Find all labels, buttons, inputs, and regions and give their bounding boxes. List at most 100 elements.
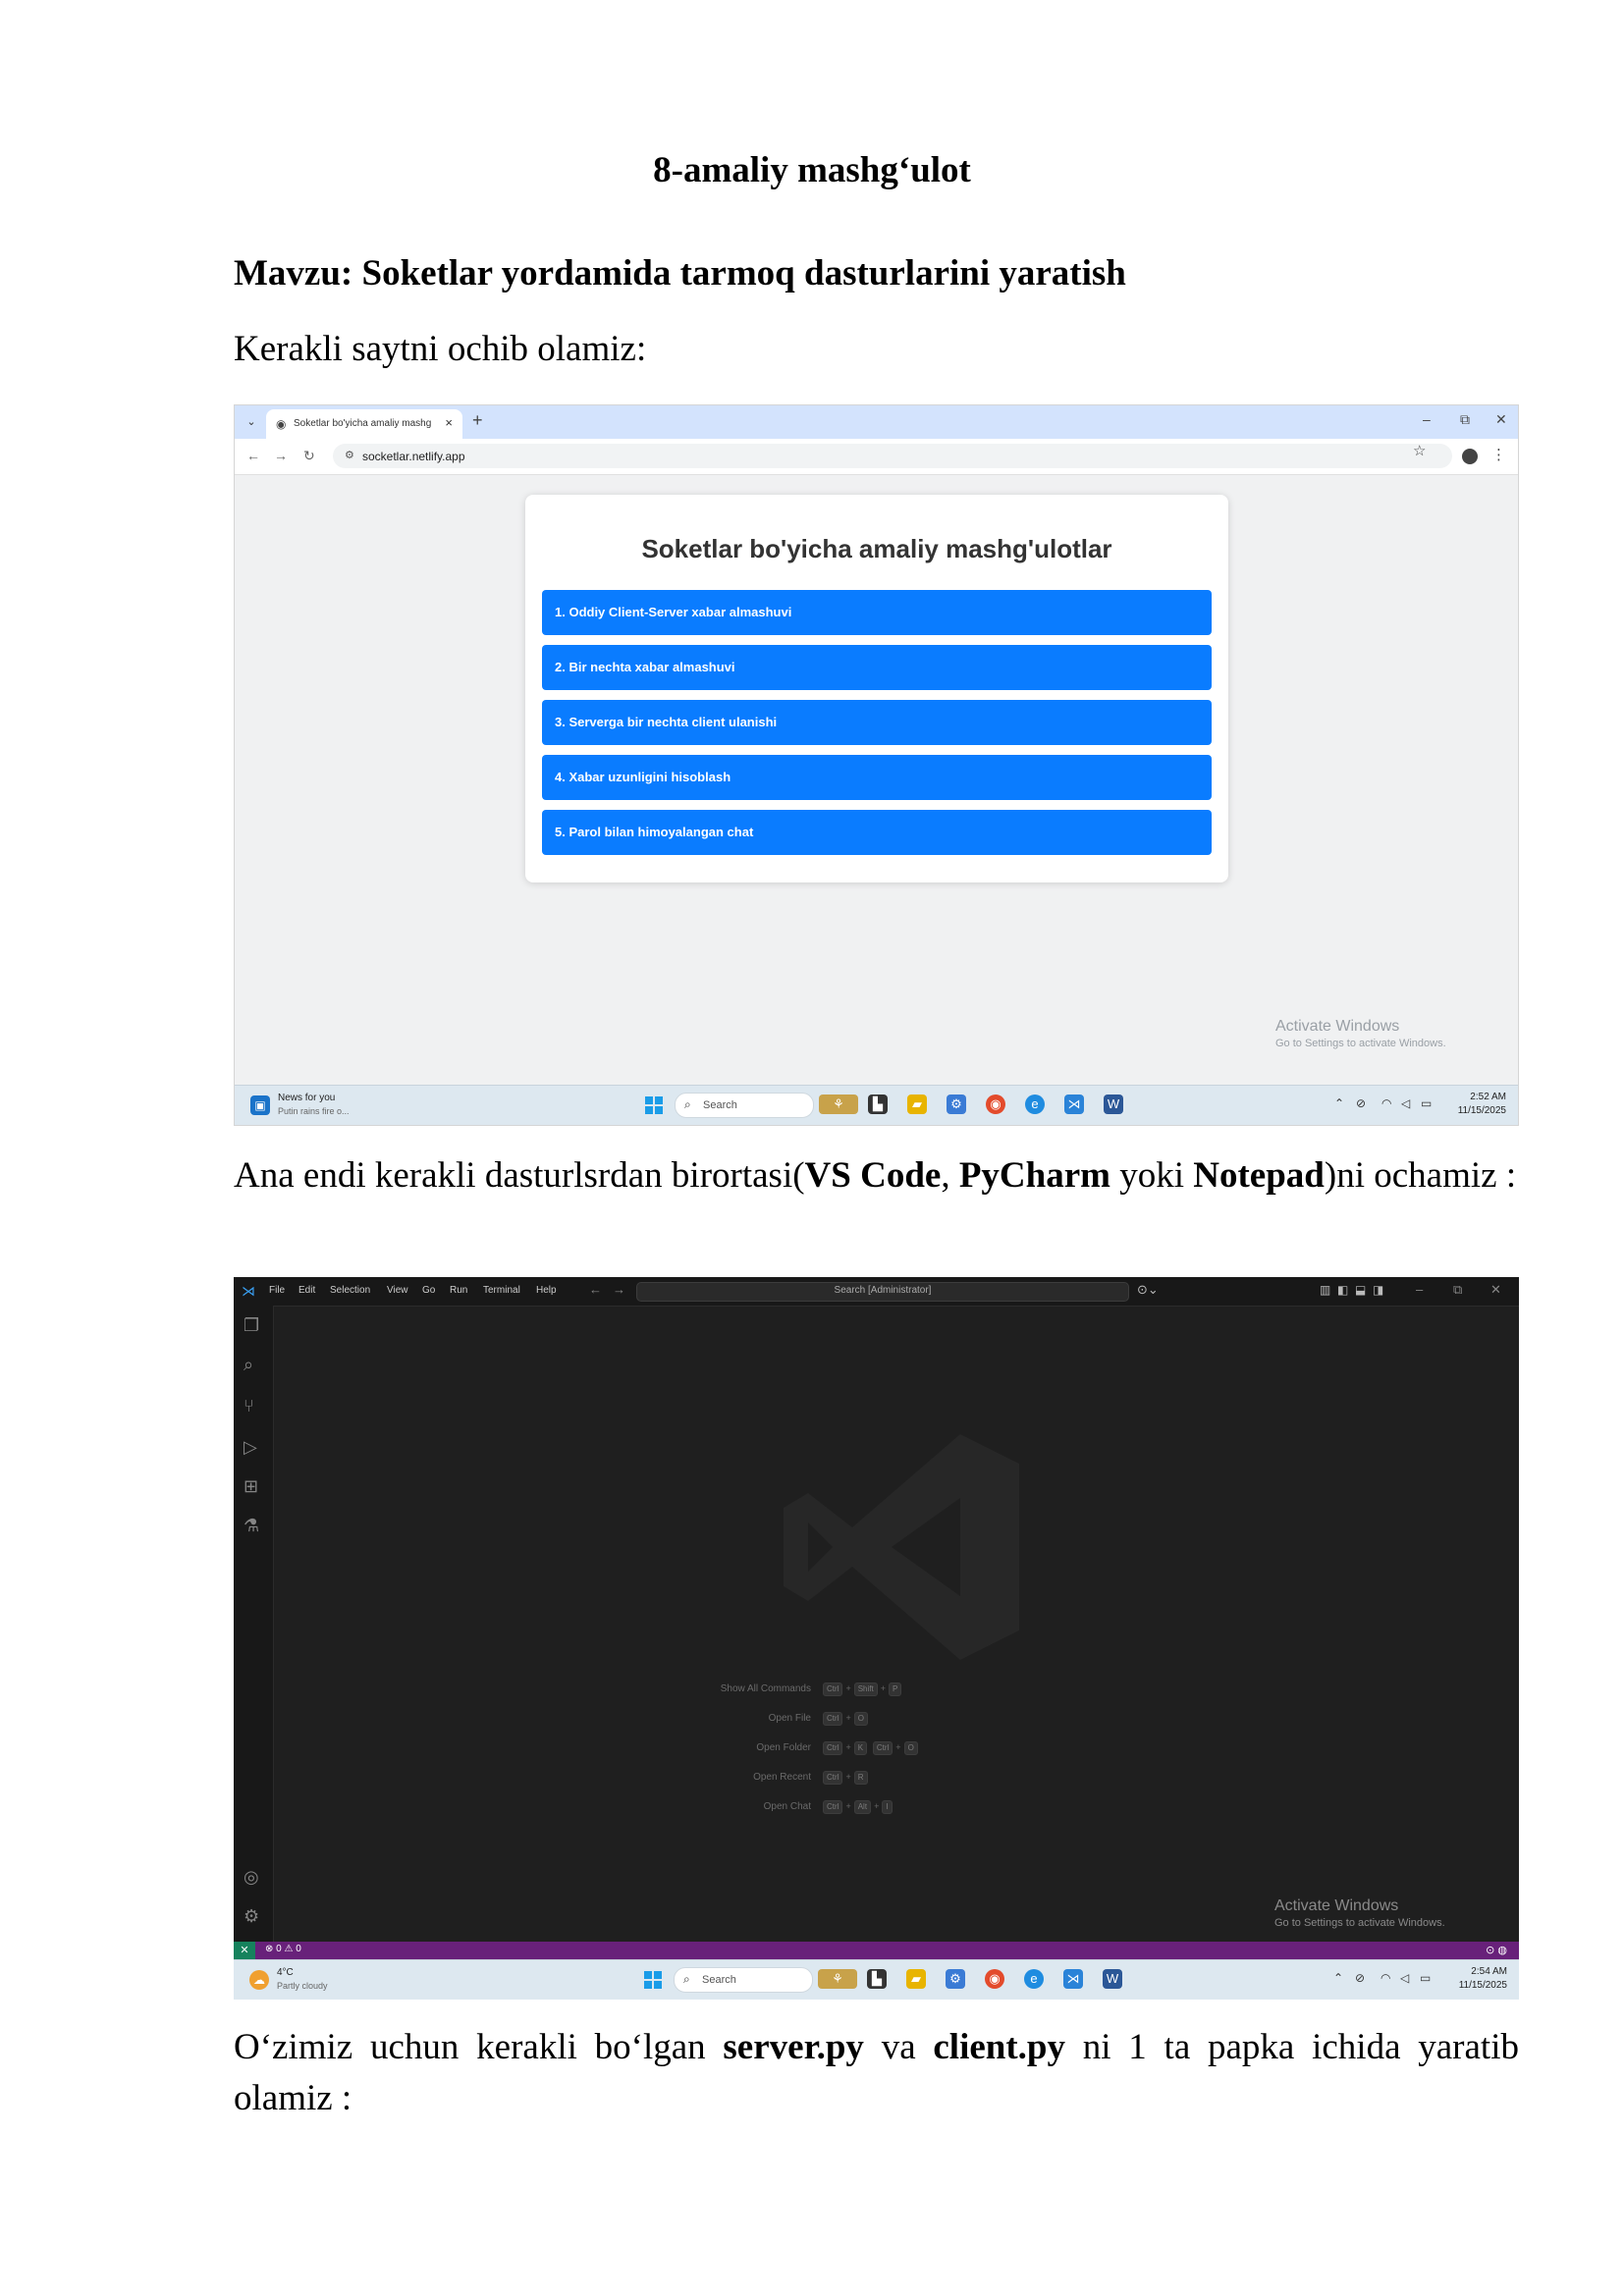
- tray-hidden-icon[interactable]: ⊘: [1356, 1096, 1366, 1110]
- shortcut-row[interactable]: Open Recent Ctrl + R: [636, 1770, 1029, 1786]
- tray-chevron-icon[interactable]: ⌃: [1333, 1971, 1343, 1985]
- tray-hidden-icon[interactable]: ⊘: [1355, 1971, 1365, 1985]
- widget-icon[interactable]: ⚘: [819, 1095, 858, 1114]
- wifi-icon[interactable]: ◠: [1381, 1096, 1391, 1110]
- close-window-icon[interactable]: ✕: [1495, 411, 1507, 428]
- tab-search-menu-icon[interactable]: ⌄: [243, 413, 260, 431]
- volume-icon[interactable]: ◁: [1400, 1971, 1409, 1985]
- problems-indicator[interactable]: ⊗ 0 ⚠ 0: [265, 1944, 301, 1954]
- taskbar-clock[interactable]: 2:54 AM 11/15/2025: [1459, 1965, 1507, 1993]
- vscode-minimize-icon[interactable]: –: [1416, 1282, 1423, 1297]
- toggle-panel-icon[interactable]: ⬓: [1355, 1283, 1366, 1297]
- menu-run[interactable]: Run: [450, 1285, 467, 1296]
- edge-icon[interactable]: e: [1024, 1969, 1044, 1989]
- task-view-icon[interactable]: ▙: [867, 1969, 887, 1989]
- browser-menu-icon[interactable]: ⋮: [1491, 446, 1506, 463]
- minimize-icon[interactable]: –: [1423, 411, 1431, 427]
- vscode-close-icon[interactable]: ✕: [1490, 1282, 1501, 1298]
- menu-file[interactable]: File: [269, 1285, 285, 1296]
- key: Ctrl: [823, 1682, 843, 1696]
- globe-icon: ◉: [276, 417, 287, 431]
- statusbar-right-icons[interactable]: ⊙ ◍: [1486, 1944, 1507, 1956]
- reload-icon[interactable]: ↻: [303, 448, 315, 464]
- battery-icon[interactable]: ▭: [1420, 1971, 1431, 1985]
- profile-avatar[interactable]: [1462, 449, 1478, 464]
- remote-indicator-icon[interactable]: ✕: [234, 1942, 255, 1959]
- bookmark-star-icon[interactable]: ☆: [1413, 442, 1426, 459]
- menu-edit[interactable]: Edit: [298, 1285, 315, 1296]
- edge-icon[interactable]: e: [1025, 1095, 1045, 1114]
- task-view-icon[interactable]: ▙: [868, 1095, 888, 1114]
- toggle-secondary-sidebar-icon[interactable]: ◨: [1373, 1283, 1383, 1297]
- windows-start-icon[interactable]: [645, 1096, 663, 1114]
- new-tab-icon[interactable]: +: [472, 410, 483, 431]
- source-control-icon[interactable]: ⑂: [244, 1396, 254, 1416]
- explorer-icon[interactable]: ❐: [244, 1315, 259, 1336]
- command-center-search[interactable]: Search [Administrator]: [636, 1282, 1129, 1302]
- activate-title: Activate Windows: [1275, 1018, 1400, 1035]
- browser-tab[interactable]: ◉ Soketlar bo'yicha amaliy mashg ×: [266, 409, 462, 439]
- layout-icon[interactable]: ▥: [1320, 1283, 1330, 1297]
- practice-button-1[interactable]: 1. Oddiy Client-Server xabar almashuvi: [542, 590, 1212, 635]
- toggle-sidebar-icon[interactable]: ◧: [1337, 1283, 1348, 1297]
- app-icon[interactable]: ⚙: [946, 1969, 965, 1989]
- extensions-icon[interactable]: ⊞: [244, 1476, 258, 1497]
- accounts-icon[interactable]: ◎: [244, 1867, 259, 1888]
- shortcut-row[interactable]: Show All Commands Ctrl + Shift + P: [636, 1682, 1029, 1697]
- key: Ctrl: [872, 1741, 893, 1755]
- copilot-icon[interactable]: ⊙⌄: [1137, 1282, 1159, 1298]
- chrome-icon[interactable]: ◉: [986, 1095, 1005, 1114]
- shortcut-row[interactable]: Open Chat Ctrl + Alt + I: [636, 1799, 1029, 1815]
- windows-start-icon[interactable]: [644, 1971, 662, 1989]
- tab-close-icon[interactable]: ×: [445, 415, 453, 430]
- practice-button-3[interactable]: 3. Serverga bir nechta client ulanishi: [542, 700, 1212, 745]
- settings-gear-icon[interactable]: ⚙: [244, 1906, 259, 1927]
- file-explorer-icon[interactable]: ▰: [906, 1969, 926, 1989]
- nav-back-icon[interactable]: ←: [589, 1282, 602, 1297]
- file-explorer-icon[interactable]: ▰: [907, 1095, 927, 1114]
- taskbar-clock[interactable]: 2:52 AM 11/15/2025: [1458, 1091, 1506, 1118]
- menu-terminal[interactable]: Terminal: [483, 1285, 520, 1296]
- shortcut-row[interactable]: Open Folder Ctrl + K Ctrl + O: [636, 1740, 1029, 1756]
- tab-title: Soketlar bo'yicha amaliy mashg: [294, 418, 431, 429]
- restore-icon[interactable]: ⧉: [1460, 411, 1470, 428]
- news-icon[interactable]: ▣: [250, 1095, 270, 1115]
- practice-button-4[interactable]: 4. Xabar uzunligini hisoblash: [542, 755, 1212, 800]
- run-debug-icon[interactable]: ▷: [244, 1437, 257, 1458]
- search-icon[interactable]: ⌕: [244, 1355, 253, 1375]
- weather-temp[interactable]: 4°C: [277, 1967, 294, 1978]
- shortcut-keys: Ctrl + O: [823, 1712, 871, 1726]
- forward-icon[interactable]: →: [274, 448, 288, 463]
- tray-chevron-icon[interactable]: ⌃: [1334, 1096, 1344, 1110]
- url-field[interactable]: ⚙ socketlar.netlify.app: [333, 444, 1452, 468]
- taskbar-search[interactable]: ⌕ Search: [675, 1093, 814, 1118]
- testing-icon[interactable]: ⚗: [244, 1516, 259, 1536]
- chrome-icon[interactable]: ◉: [985, 1969, 1004, 1989]
- practice-button-5[interactable]: 5. Parol bilan himoyalangan chat: [542, 810, 1212, 855]
- wifi-icon[interactable]: ◠: [1380, 1971, 1390, 1985]
- key: P: [889, 1682, 902, 1696]
- site-info-icon[interactable]: ⚙: [345, 449, 354, 461]
- word-icon[interactable]: W: [1104, 1095, 1123, 1114]
- menu-view[interactable]: View: [387, 1285, 408, 1296]
- practice-button-2[interactable]: 2. Bir nechta xabar almashuvi: [542, 645, 1212, 690]
- nav-forward-icon[interactable]: →: [613, 1282, 625, 1297]
- word-icon[interactable]: W: [1103, 1969, 1122, 1989]
- vscode-icon[interactable]: ⋊: [1063, 1969, 1083, 1989]
- activate-subtitle: Go to Settings to activate Windows.: [1275, 1038, 1446, 1049]
- widget-icon[interactable]: ⚘: [818, 1969, 857, 1989]
- menu-help[interactable]: Help: [536, 1285, 557, 1296]
- battery-icon[interactable]: ▭: [1421, 1096, 1432, 1110]
- shortcut-row[interactable]: Open File Ctrl + O: [636, 1711, 1029, 1727]
- weather-icon[interactable]: ☁: [249, 1970, 269, 1990]
- document-topic: Mavzu: Soketlar yordamida tarmoq dasturl…: [234, 253, 1126, 294]
- volume-icon[interactable]: ◁: [1401, 1096, 1410, 1110]
- vscode-restore-icon[interactable]: ⧉: [1453, 1282, 1462, 1298]
- taskbar-search[interactable]: ⌕ Search: [674, 1967, 813, 1993]
- menu-go[interactable]: Go: [422, 1285, 435, 1296]
- vscode-icon[interactable]: ⋊: [1064, 1095, 1084, 1114]
- back-icon[interactable]: ←: [246, 448, 260, 463]
- news-title[interactable]: News for you: [278, 1093, 335, 1103]
- app-icon[interactable]: ⚙: [947, 1095, 966, 1114]
- menu-selection[interactable]: Selection: [330, 1285, 370, 1296]
